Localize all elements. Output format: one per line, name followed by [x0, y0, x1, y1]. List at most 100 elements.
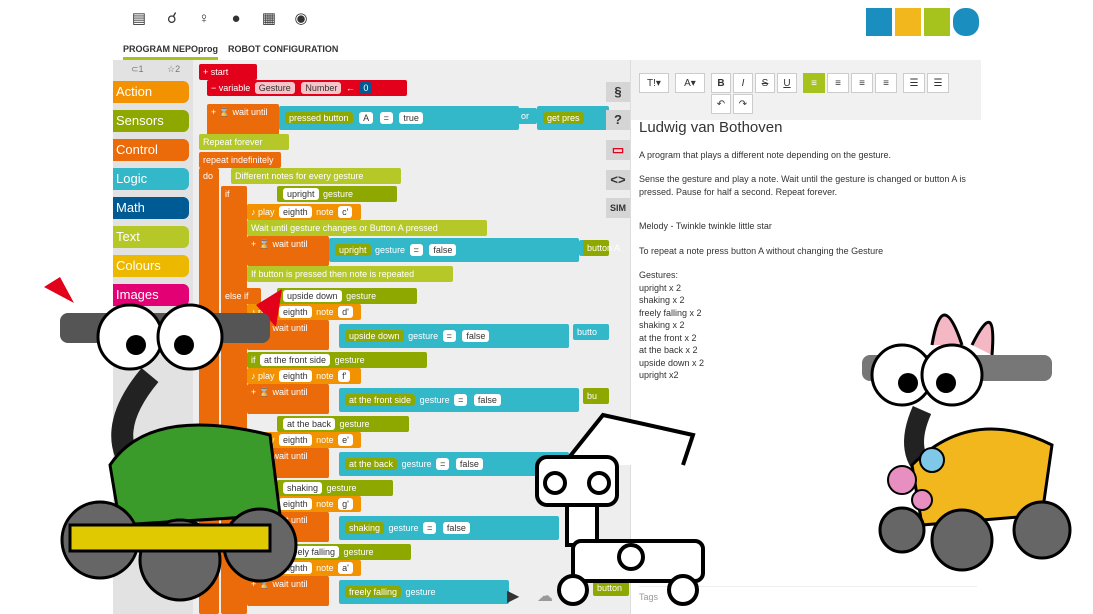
note-dropdown-e[interactable]: e'	[338, 434, 353, 446]
false-value-5[interactable]: false	[455, 458, 483, 470]
category-sensors[interactable]: Sensors	[113, 110, 189, 132]
gesture-label-7b: gesture	[405, 587, 436, 597]
underline-button[interactable]: U	[777, 73, 797, 93]
note-dropdown-a[interactable]: a'	[338, 562, 353, 574]
comment-wait-gesture[interactable]: Wait until gesture changes or Button A p…	[247, 220, 487, 236]
get-upright-gesture[interactable]: upright gesture	[277, 186, 397, 202]
italic-button[interactable]: I	[733, 73, 753, 93]
category-logic[interactable]: Logic	[113, 168, 189, 190]
gesture-label-5: gesture	[339, 419, 370, 429]
variable-type[interactable]: Number	[301, 82, 342, 94]
gesture-dropdown[interactable]: upright	[283, 188, 319, 200]
font-color-button[interactable]: A▾	[675, 73, 705, 93]
gesture-label-5b: gesture	[401, 459, 432, 469]
bold-button[interactable]: B	[711, 73, 731, 93]
if-label: if	[225, 189, 230, 199]
condition-block-3[interactable]: upside down gesture = false	[339, 324, 569, 348]
get-pressed-block[interactable]: pressed button	[285, 112, 353, 124]
tab-program[interactable]: PROGRAM NEPOprog	[123, 44, 219, 60]
bullet-list-icon[interactable]: ☰	[903, 73, 925, 93]
globe-icon[interactable]: ◉	[293, 11, 309, 27]
get-freely-falling-7[interactable]: freely falling	[345, 586, 402, 598]
button-a-dropdown[interactable]: A	[359, 112, 374, 124]
simulation-button[interactable]: SIM	[606, 198, 630, 218]
source-code-button[interactable]: <>	[606, 170, 630, 190]
top-navbar: ▤ ☌ ♀ ● ▦ ◉	[0, 0, 1093, 40]
toolbox-tab-beginner[interactable]: ⊂1	[131, 64, 144, 75]
or-label: or	[517, 108, 537, 124]
tab-robot-configuration[interactable]: ROBOT CONFIGURATION	[228, 44, 338, 54]
document-icon[interactable]: ▤	[131, 11, 147, 27]
get-back-5[interactable]: at the back	[345, 458, 398, 470]
start-block[interactable]: + start	[199, 64, 257, 80]
condition-block-7[interactable]: freely falling gesture	[339, 580, 509, 604]
get-upright-2[interactable]: upright	[335, 244, 371, 256]
gestures-title: Gestures:	[639, 270, 679, 280]
redo-button[interactable]: ↷	[733, 94, 753, 114]
get-upside-down-3[interactable]: upside down	[345, 330, 404, 342]
condition-block-2[interactable]: upright gesture = false	[329, 238, 579, 262]
duration-dropdown[interactable]: eighth	[279, 206, 312, 218]
note-dropdown-g[interactable]: g'	[338, 498, 353, 510]
align-right-icon[interactable]: ≡	[851, 73, 873, 93]
get-pres-block[interactable]: get pres	[537, 106, 609, 130]
category-text[interactable]: Text	[113, 226, 189, 248]
line-art-robot-mascot	[535, 412, 705, 606]
false-value-2[interactable]: false	[429, 244, 457, 256]
lightbulb-icon[interactable]: ♀	[196, 11, 212, 27]
repeat-indefinitely-block[interactable]: repeat indefinitely	[199, 152, 281, 168]
get-shaking-6[interactable]: shaking	[345, 522, 385, 534]
gesture-label-6b: gesture	[388, 523, 419, 533]
user-icon[interactable]: ●	[228, 11, 244, 27]
strikethrough-button[interactable]: S	[755, 73, 775, 93]
condition-block[interactable]: pressed button A = true	[279, 106, 519, 130]
get-front-side-4[interactable]: at the front side	[345, 394, 416, 406]
align-left-icon[interactable]: ≡	[803, 73, 825, 93]
false-value-6[interactable]: false	[442, 522, 470, 534]
align-center-icon[interactable]: ≡	[827, 73, 849, 93]
code-export-button[interactable]: §	[606, 82, 630, 102]
wait-until-block-2[interactable]: + ⌛ wait until	[247, 236, 329, 266]
toolbox-tab-expert[interactable]: ☆2	[167, 64, 180, 75]
eq-dropdown-4[interactable]: =	[454, 394, 468, 406]
condition-block-6[interactable]: shaking gesture = false	[339, 516, 559, 540]
variable-block[interactable]: − variable Gesture Number ← 0	[207, 80, 407, 96]
category-math[interactable]: Math	[113, 197, 189, 219]
font-size-button[interactable]: T!▾	[639, 73, 669, 93]
play-icon[interactable]: ▶	[507, 586, 519, 606]
wait-until-label-2: wait until	[272, 239, 308, 249]
gesture-label-3b: gesture	[408, 331, 439, 341]
comment-repeat-forever[interactable]: Repeat forever	[199, 134, 289, 150]
false-value-4[interactable]: false	[473, 394, 501, 406]
eq-dropdown-2[interactable]: =	[409, 244, 423, 256]
robot-program-icon[interactable]: ☌	[164, 11, 180, 27]
undo-button[interactable]: ↶	[711, 94, 731, 114]
note-dropdown[interactable]: c'	[338, 206, 353, 218]
button-a-2[interactable]: button A	[583, 240, 620, 256]
category-control[interactable]: Control	[113, 139, 189, 161]
description-button[interactable]: ▭	[606, 140, 630, 160]
gesture-label-3: gesture	[346, 291, 377, 301]
category-action[interactable]: Action	[113, 81, 189, 103]
note-dropdown-d[interactable]: d'	[338, 306, 353, 318]
eq-dropdown-6[interactable]: =	[423, 522, 437, 534]
eq-dropdown-3[interactable]: =	[442, 330, 456, 342]
or-butto-3[interactable]: butto	[573, 324, 609, 340]
note-dropdown-f[interactable]: f'	[338, 370, 351, 382]
bu-4[interactable]: bu	[583, 388, 609, 404]
frankenstein-robot-mascot	[44, 277, 298, 602]
gallery-icon[interactable]: ▦	[261, 11, 277, 27]
numbered-list-icon[interactable]: ☰	[927, 73, 949, 93]
true-value[interactable]: true	[399, 112, 423, 124]
eq-dropdown-5[interactable]: =	[436, 458, 450, 470]
wait-until-block[interactable]: + ⌛ wait until	[207, 104, 279, 136]
variable-value[interactable]: 0	[359, 82, 373, 94]
comment-different-notes[interactable]: Different notes for every gesture	[231, 168, 401, 184]
variable-name[interactable]: Gesture	[254, 82, 295, 94]
help-button[interactable]: ?	[606, 110, 630, 130]
eq-dropdown[interactable]: =	[379, 112, 393, 124]
false-value-3[interactable]: false	[462, 330, 490, 342]
play-note-c[interactable]: ♪ play eighth note c'	[247, 204, 361, 220]
align-justify-icon[interactable]: ≡	[875, 73, 897, 93]
note-label: note	[316, 207, 334, 217]
